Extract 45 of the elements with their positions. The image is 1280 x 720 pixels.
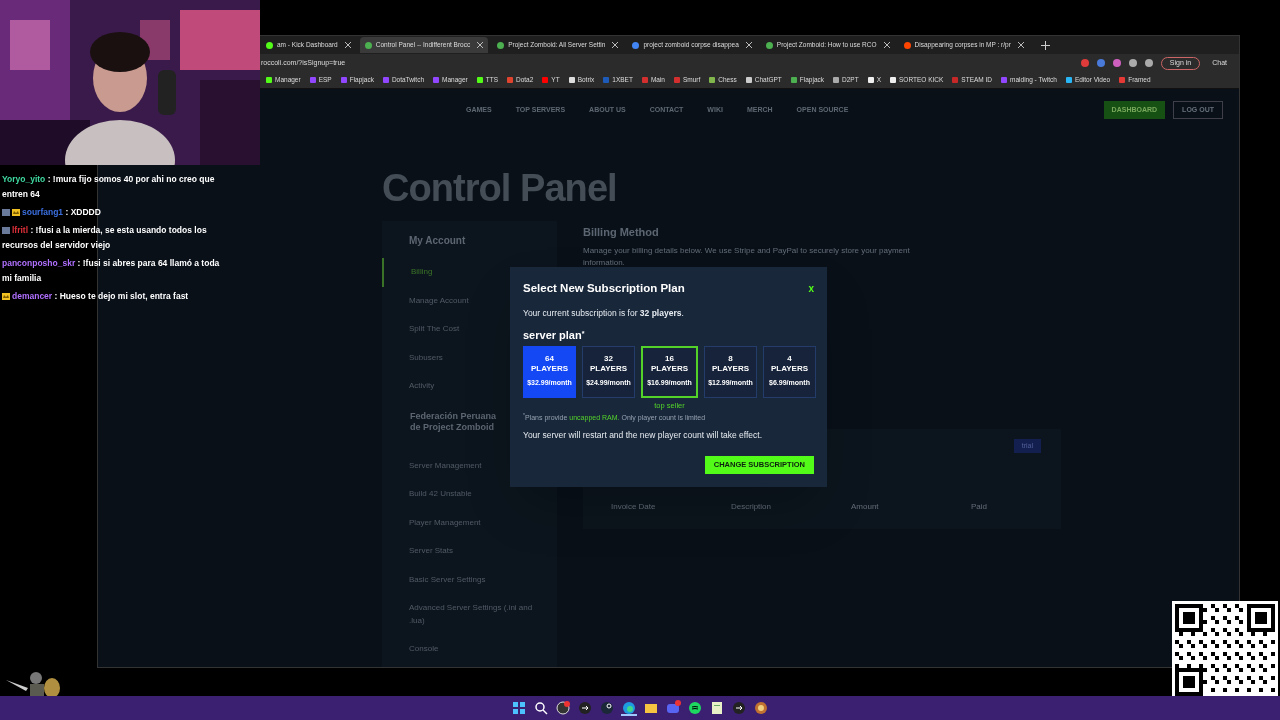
- chat-message: Yoryo_yito : !mura fijo somos 40 por ahi no creo que entren 64: [2, 173, 216, 201]
- badge-icon: [2, 209, 10, 217]
- recording-icon[interactable]: [555, 700, 571, 716]
- page-heading: Control Panel: [382, 169, 617, 207]
- notes-icon[interactable]: [709, 700, 725, 716]
- close-button[interactable]: x: [808, 281, 814, 297]
- restart-notice: Your server will restart and the new player count will take effect.: [523, 429, 764, 442]
- column-header: Description: [731, 501, 772, 513]
- new-tab-icon[interactable]: [1040, 40, 1050, 50]
- tab-favicon-icon: [632, 41, 640, 49]
- column-header: Invoice Date: [611, 501, 657, 513]
- chat-app-icon[interactable]: [665, 700, 681, 716]
- column-header: Paid: [971, 501, 988, 513]
- close-icon[interactable]: [1017, 42, 1024, 48]
- tab-favicon-icon: [497, 41, 505, 49]
- badge-icon: [2, 227, 10, 235]
- tab-favicon-icon: [903, 41, 911, 49]
- section-title: Billing Method: [583, 225, 660, 240]
- search-icon[interactable]: [533, 700, 549, 716]
- plan-label: server plan$^{*}$: [523, 328, 586, 343]
- chat-message: lfritl : !fusi a la mierda, se esta usando todos los recursos del servidor viejo: [2, 224, 208, 252]
- music-icon[interactable]: [687, 700, 703, 716]
- browser-icon[interactable]: [621, 700, 637, 716]
- chat-message: demancer : Hueso te dejo mi slot, entra fast: [2, 289, 220, 304]
- close-icon[interactable]: [344, 42, 351, 48]
- tab-favicon-icon: [765, 41, 773, 49]
- windows-icon[interactable]: [511, 700, 527, 716]
- game-icon[interactable]: [753, 700, 769, 716]
- current-plan-text: Your current subscription is for 32 players.: [523, 307, 685, 320]
- steam-icon[interactable]: [599, 700, 615, 716]
- tab-favicon-icon: [266, 41, 273, 49]
- qr-code-icon: [1172, 601, 1278, 696]
- section-description: Manage your billing details below. We use Stripe and PayPal to securely store your payment information.: [583, 244, 911, 269]
- chat-message: sourfang1 : XDDDD: [2, 205, 220, 220]
- crown-icon: [2, 293, 10, 301]
- close-icon[interactable]: [745, 42, 752, 48]
- tab-favicon-icon: [364, 41, 372, 49]
- sidebar-heading: My Account: [408, 234, 467, 248]
- close-icon[interactable]: [477, 42, 484, 48]
- column-header: Amount: [851, 501, 880, 513]
- close-icon[interactable]: [883, 42, 890, 48]
- crown-icon: [12, 209, 20, 217]
- close-icon[interactable]: [612, 42, 619, 48]
- chat-message: panconposho_skr : !fusi si abres para 64 llamó a toda mi familia: [2, 257, 220, 285]
- server-name: Federación Peruana de Project Zomboid: [410, 410, 498, 433]
